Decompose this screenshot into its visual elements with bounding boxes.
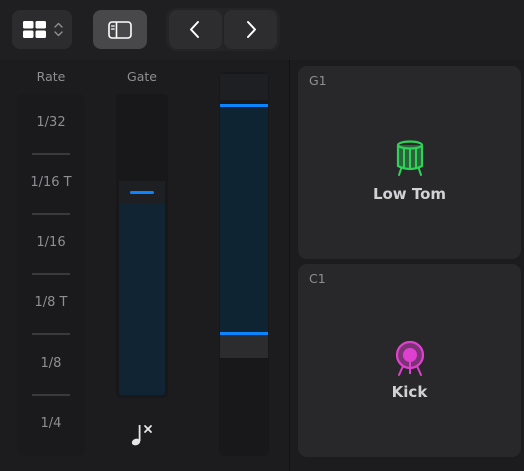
rate-selector[interactable]: 1/32 1/16 T 1/16 1/8 T 1/8 1/4: [17, 94, 85, 456]
gate-slider-handle[interactable]: [119, 181, 165, 203]
range-upper-handle[interactable]: [220, 104, 268, 107]
grid-icon: [23, 21, 46, 38]
chevron-right-icon: [247, 21, 256, 38]
chevron-updown-icon: [54, 22, 63, 37]
range-slider-fill: [220, 104, 268, 332]
rate-separator: [32, 213, 70, 215]
range-slider[interactable]: [219, 72, 269, 456]
rate-option[interactable]: 1/16: [17, 229, 85, 257]
gate-label: Gate: [127, 69, 157, 84]
rate-option[interactable]: 1/32: [17, 109, 85, 137]
next-button[interactable]: [224, 10, 277, 49]
sidebar-icon: [108, 21, 132, 39]
rate-option[interactable]: 1/4: [17, 410, 85, 438]
rate-separator: [32, 394, 70, 396]
panel-divider: [289, 60, 290, 471]
pad-name-label: Low Tom: [372, 185, 447, 203]
note-tie-icon: [131, 425, 152, 446]
previous-button[interactable]: [169, 10, 222, 49]
pad-name-label: Kick: [391, 383, 428, 401]
pad-note-label: G1: [309, 73, 327, 88]
gate-slider[interactable]: [116, 94, 168, 398]
gate-level-line: [130, 191, 154, 194]
toolbar: [0, 0, 524, 60]
range-lower-handle[interactable]: [220, 332, 268, 335]
note-tie-button[interactable]: [126, 420, 160, 450]
range-top-cap: [220, 74, 268, 100]
sidebar-toggle-button[interactable]: [93, 10, 147, 49]
tom-drum-icon: [396, 140, 424, 176]
rate-label: Rate: [36, 69, 66, 84]
chevron-left-icon: [190, 21, 199, 38]
gate-slider-fill: [119, 192, 165, 395]
range-lower-cap: [220, 332, 268, 358]
drum-pad-low-tom[interactable]: G1 Low Tom: [298, 66, 521, 259]
navigation-group: [166, 8, 280, 51]
rate-option[interactable]: 1/8: [17, 350, 85, 378]
rate-separator: [32, 333, 70, 335]
rate-separator: [32, 153, 70, 155]
rate-option[interactable]: 1/16 T: [17, 169, 85, 197]
layout-menu-button[interactable]: [12, 10, 72, 49]
pad-note-label: C1: [309, 271, 326, 286]
drum-pad-kick[interactable]: C1 Kick: [298, 264, 521, 457]
kick-drum-icon: [395, 340, 425, 376]
rate-option[interactable]: 1/8 T: [17, 289, 85, 317]
rate-separator: [32, 273, 70, 275]
